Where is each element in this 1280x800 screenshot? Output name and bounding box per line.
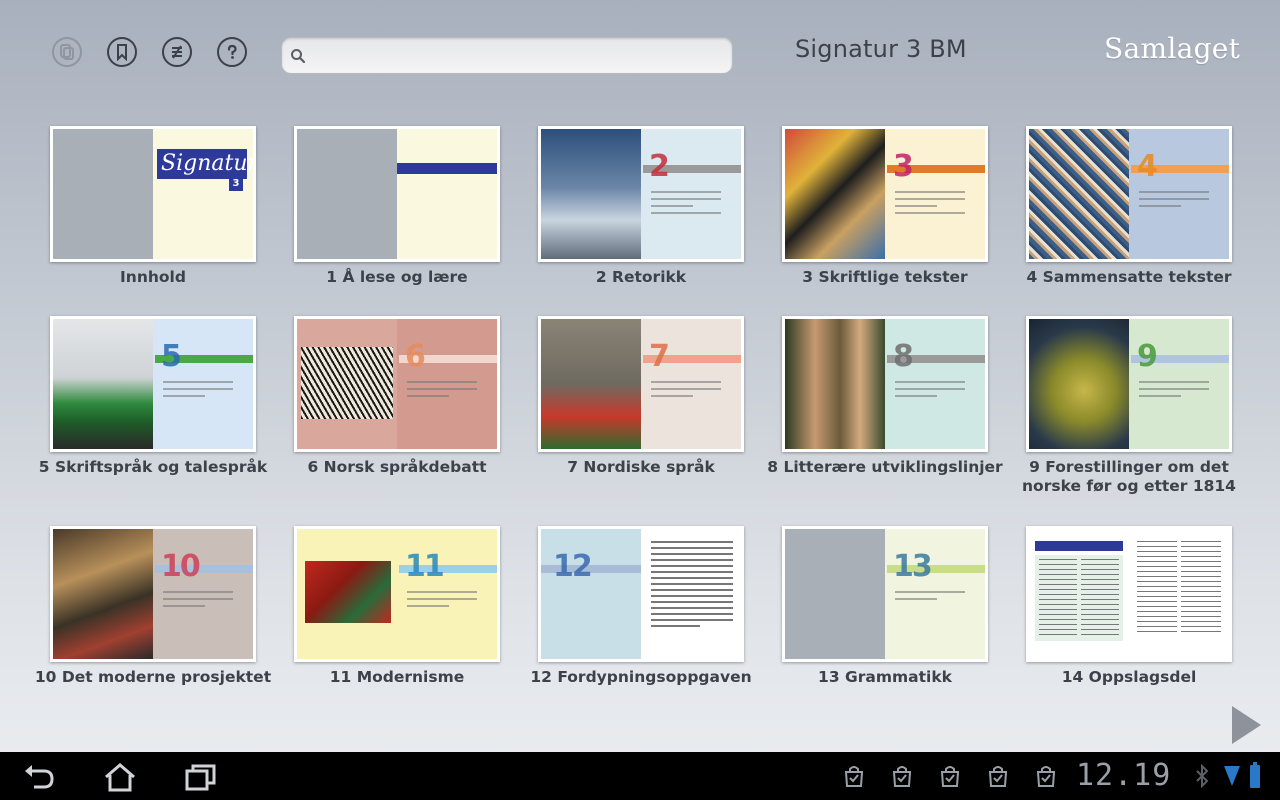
chapter-thumbnail[interactable]: 11 [294,526,500,662]
search-icon [291,49,306,64]
chapter-thumbnail[interactable]: Signatur 3 [50,126,256,262]
chapter-label[interactable]: 9 Forestillinger om det norske før og et… [1006,458,1252,496]
next-page-arrow-icon[interactable] [1228,704,1264,746]
chapter-thumbnail[interactable]: 9 [1026,316,1232,452]
chapter-label[interactable]: 11 Modernisme [274,668,520,687]
chapter-thumbnail[interactable]: 7 [538,316,744,452]
chapter-thumbnail[interactable]: 13 [782,526,988,662]
wifi-signal-icon [1224,766,1240,786]
chapter-label[interactable]: 2 Retorikk [518,268,764,287]
back-icon[interactable] [22,762,56,792]
bag-icon [892,766,912,787]
chapter-thumbnail[interactable]: 12 [538,526,744,662]
bag-icon [844,766,864,787]
chapter-thumbnail[interactable]: 6 [294,316,500,452]
battery-icon [1250,762,1260,788]
chapter-label[interactable]: 7 Nordiske språk [518,458,764,477]
help-icon[interactable] [217,37,247,67]
chapter-label[interactable]: 13 Grammatikk [762,668,1008,687]
chapter-thumbnail[interactable]: 10 [50,526,256,662]
search-input[interactable] [314,42,728,71]
chapter-thumbnail[interactable]: 3 [782,126,988,262]
chapter-thumbnail[interactable]: 5 [50,316,256,452]
cover-logo: Signatur [157,149,253,179]
home-icon[interactable] [103,762,137,792]
status-clock: 12.19 [1076,758,1172,793]
chapter-label[interactable]: 5 Skriftspråk og talespråk [30,458,276,477]
search-field[interactable] [281,37,733,74]
bluetooth-icon [1196,764,1209,788]
chapter-thumbnail[interactable] [294,126,500,262]
chapter-label[interactable]: 8 Litterære utviklingslinjer [762,458,1008,477]
chapter-label[interactable]: 3 Skriftlige tekster [762,268,1008,287]
chapter-label[interactable]: Innhold [30,268,276,287]
chapter-label[interactable]: 14 Oppslagsdel [1006,668,1252,687]
top-toolbar: Signatur 3 BM Samlaget [0,0,1280,100]
page-title: Signatur 3 BM [795,35,967,63]
copy-icon[interactable] [52,37,82,67]
chapter-thumbnail[interactable] [1026,526,1232,662]
chapter-label[interactable]: 10 Det moderne prosjektet [30,668,276,687]
bag-icon [940,766,960,787]
publisher-logo: Samlaget [1104,32,1241,65]
chapter-label[interactable]: 6 Norsk språkdebatt [274,458,520,477]
chapter-label[interactable]: 4 Sammensatte tekster [1006,268,1252,287]
bag-icon [1036,766,1056,787]
chapter-label[interactable]: 12 Fordypningsoppgaven [518,668,764,687]
chapter-thumbnail[interactable]: 8 [782,316,988,452]
chapter-thumbnail[interactable]: 2 [538,126,744,262]
chapter-label[interactable]: 1 Å lese og lære [274,268,520,287]
system-navbar: 12.19 [0,752,1280,800]
notes-icon[interactable] [162,37,192,67]
bag-icon [988,766,1008,787]
bookmark-icon[interactable] [107,37,137,67]
chapter-thumbnail[interactable]: 4 [1026,126,1232,262]
recent-apps-icon[interactable] [184,762,218,792]
